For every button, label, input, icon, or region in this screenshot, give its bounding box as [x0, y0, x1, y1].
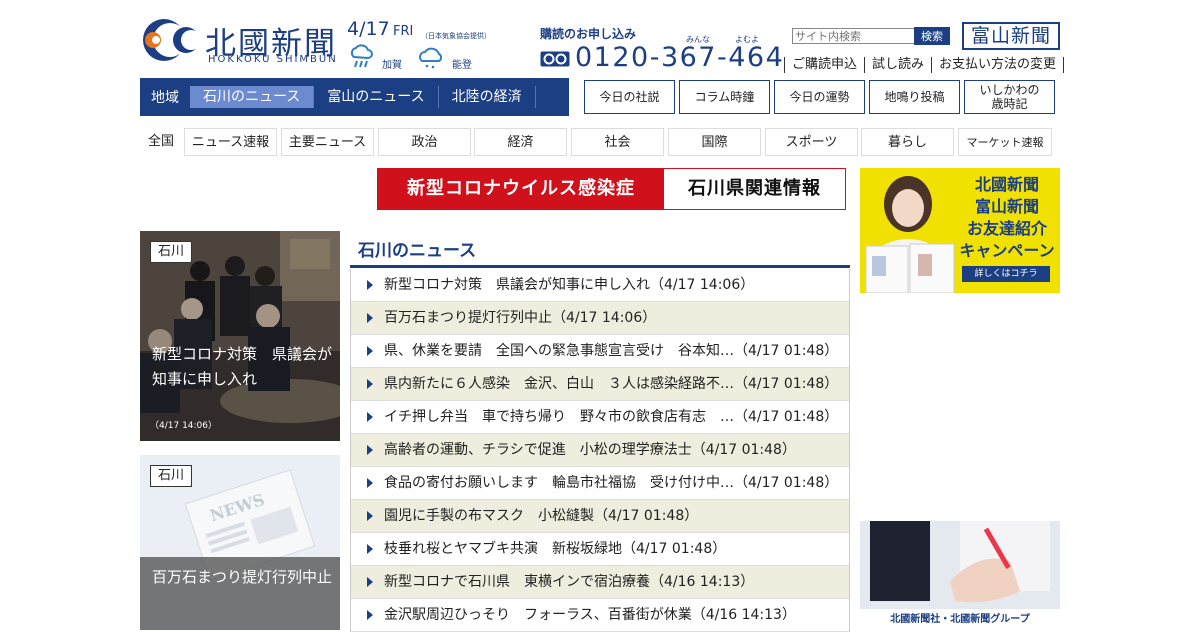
search-button[interactable]: 検索 — [914, 27, 950, 45]
cat-sports[interactable]: スポーツ — [765, 128, 858, 156]
readers-post-button[interactable]: 地鳴り投稿 — [869, 80, 960, 114]
weather-area-kaga: 加賀 — [382, 60, 402, 71]
news-item-text: 県内新たに６人感染 金沢、白山 ３人は感染経路不…（4/17 01:48） — [384, 376, 839, 392]
news-item-text: 枝垂れ桜とヤマブキ共演 新桜坂緑地（4/17 01:48） — [384, 541, 727, 557]
arrow-right-icon — [367, 412, 373, 422]
logo-subtitle: HOKKOKU SHIMBUN — [208, 54, 338, 65]
top-story-card[interactable]: 石川 新型コロナ対策 県議会が知事に申し入れ （4/17 14:06） — [140, 231, 340, 441]
arrow-right-icon — [367, 577, 373, 587]
hokkoku-group-ad[interactable]: 北國新聞社・北國新聞グループ — [860, 521, 1060, 630]
saijiki-line2: 歳時記 — [991, 97, 1028, 111]
news-item[interactable]: 百万石まつり提灯行列中止（4/17 14:06） — [351, 302, 849, 335]
cat-international[interactable]: 国際 — [668, 128, 761, 156]
tab-hokuriku-economy[interactable]: 北陸の経済 — [439, 86, 536, 108]
arrow-right-icon — [367, 313, 373, 323]
news-item-text: 県、休業を要請 全国への緊急事態宣言受け 谷本知…（4/17 01:48） — [384, 343, 839, 359]
cat-society[interactable]: 社会 — [571, 128, 664, 156]
news-item-text: 百万石まつり提灯行列中止（4/17 14:06） — [384, 310, 657, 326]
arrow-right-icon — [367, 346, 373, 356]
ad-line-hokkoku: 北國新聞 — [974, 175, 1039, 194]
drizzle-cloud-icon[interactable] — [418, 45, 444, 71]
news-item-text: 新型コロナ対策 県議会が知事に申し入れ（4/17 14:06） — [384, 277, 755, 293]
subscribe-title: 購読のお申し込み — [540, 27, 637, 41]
cat-market-news[interactable]: マーケット速報 — [958, 128, 1052, 156]
weather-area-noto: 能登 — [452, 60, 472, 71]
ishikawa-saijiki-button[interactable]: いしかわの 歳時記 — [964, 80, 1055, 114]
saijiki-line1: いしかわの — [979, 83, 1040, 97]
friend-referral-campaign-ad[interactable]: 北國新聞 富山新聞 お友達紹介 キャンペーン 詳しくはコチラ — [860, 168, 1060, 293]
ad-group-caption: 北國新聞社・北國新聞グループ — [860, 609, 1060, 630]
arrow-right-icon — [367, 511, 373, 521]
editorial-button[interactable]: 今日の社説 — [584, 80, 675, 114]
region-label: 地域 — [151, 90, 179, 106]
site-search-input[interactable] — [792, 28, 916, 44]
news-item[interactable]: 県、休業を要請 全国への緊急事態宣言受け 谷本知…（4/17 01:48） — [351, 335, 849, 368]
arrow-right-icon — [367, 478, 373, 488]
news-item-text: 金沢駅周辺ひっそり フォーラス、百番街が休業（4/16 14:13） — [384, 607, 796, 623]
news-item[interactable]: 新型コロナ対策 県議会が知事に申し入れ（4/17 14:06） — [351, 269, 849, 302]
tab-toyama-news[interactable]: 富山のニュース — [314, 86, 439, 108]
corona-banner-left: 新型コロナウイルス感染症 — [378, 169, 664, 209]
subscribe-phone[interactable]: 0120-367-464 — [575, 42, 784, 73]
arrow-right-icon — [367, 445, 373, 455]
national-label: 全国 — [147, 134, 174, 149]
news-item[interactable]: 食品の寄付お願いします 輪島市社福協 受け付け中…（4/17 01:48） — [351, 467, 849, 500]
news-item[interactable]: 金沢駅周辺ひっそり フォーラス、百番街が休業（4/16 14:13） — [351, 599, 849, 632]
column-jisho-button[interactable]: コラム時鐘 — [679, 80, 770, 114]
subscribe-apply-link[interactable]: ご購読申込 — [784, 57, 864, 73]
ad-line-toyama: 富山新聞 — [974, 197, 1039, 216]
arrow-right-icon — [367, 280, 373, 290]
toyama-shimbun-logo[interactable]: 富山新聞 — [962, 22, 1060, 50]
trial-read-link[interactable]: 試し読み — [864, 57, 931, 73]
date: 4/17 — [347, 18, 390, 40]
weather-credit[interactable]: （日本気象協会提供） — [421, 31, 491, 41]
news-item[interactable]: 枝垂れ桜とヤマブキ共演 新桜坂緑地（4/17 01:48） — [351, 533, 849, 566]
cat-living[interactable]: 暮らし — [861, 128, 954, 156]
news-item[interactable]: イチ押し弁当 車で持ち帰り 野々市の飲食店有志 …（4/17 01:48） — [351, 401, 849, 434]
news-item[interactable]: 高齢者の運動、チラシで促進 小松の理学療法士（4/17 01:48） — [351, 434, 849, 467]
card-headline[interactable]: 百万石まつり提灯行列中止 — [152, 565, 332, 590]
ad-line-campaign: キャンペーン — [959, 241, 1055, 260]
rain-cloud-icon[interactable] — [348, 43, 374, 69]
ishikawa-news-heading: 石川のニュース — [358, 241, 477, 261]
news-item[interactable]: 園児に手製の布マスク 小松縫製（4/17 01:48） — [351, 500, 849, 533]
news-item-text: イチ押し弁当 車で持ち帰り 野々市の飲食店有志 …（4/17 01:48） — [384, 409, 839, 425]
arrow-right-icon — [367, 379, 373, 389]
card-region-tag: 石川 — [150, 465, 193, 487]
freedial-icon — [540, 51, 570, 67]
news-item-text: 園児に手製の布マスク 小松縫製（4/17 01:48） — [384, 508, 699, 524]
card-headline[interactable]: 新型コロナ対策 県議会が知事に申し入れ — [152, 342, 332, 392]
cat-breaking-news[interactable]: ニュース速報 — [184, 128, 277, 156]
news-item-text: 高齢者の運動、チラシで促進 小松の理学療法士（4/17 01:48） — [384, 442, 796, 458]
cat-top-news[interactable]: 主要ニュース — [281, 128, 374, 156]
news-item-text: 新型コロナで石川県 東横インで宿泊療養（4/16 14:13） — [384, 574, 755, 590]
subscription-links: ご購読申込 試し読み お支払い方法の変更 — [784, 57, 1065, 73]
heading-underline — [350, 265, 850, 268]
hokkoku-logo-mark-icon[interactable] — [140, 16, 196, 64]
weekday: FRI — [393, 24, 414, 39]
corona-banner-right: 石川県関連情報 — [688, 178, 821, 199]
arrow-right-icon — [367, 544, 373, 554]
second-story-card[interactable]: NEWS 石川 百万石まつり提灯行列中止 — [140, 455, 340, 630]
region-nav: 地域 石川のニュース 富山のニュース 北陸の経済 — [140, 78, 569, 116]
ad-details-button[interactable]: 詳しくはコチラ — [962, 266, 1050, 282]
news-item-text: 食品の寄付お願いします 輪島市社福協 受け付け中…（4/17 01:48） — [384, 475, 839, 491]
card-region-tag: 石川 — [150, 241, 193, 263]
card-timestamp: （4/17 14:06） — [150, 421, 218, 431]
corona-info-banner[interactable]: 新型コロナウイルス感染症 石川県関連情報 — [377, 168, 846, 210]
arrow-right-icon — [367, 610, 373, 620]
news-item[interactable]: 新型コロナで石川県 東横インで宿泊療養（4/16 14:13） — [351, 566, 849, 599]
tab-ishikawa-news[interactable]: 石川のニュース — [190, 86, 315, 108]
cat-politics[interactable]: 政治 — [378, 128, 471, 156]
news-item[interactable]: 県内新たに６人感染 金沢、白山 ３人は感染経路不…（4/17 01:48） — [351, 368, 849, 401]
payment-change-link[interactable]: お支払い方法の変更 — [931, 57, 1065, 73]
ad-line-referral: お友達紹介 — [966, 219, 1047, 238]
cat-economy[interactable]: 経済 — [474, 128, 567, 156]
horoscope-button[interactable]: 今日の運勢 — [774, 80, 865, 114]
ishikawa-news-list: 新型コロナ対策 県議会が知事に申し入れ（4/17 14:06） 百万石まつり提灯… — [350, 269, 850, 632]
